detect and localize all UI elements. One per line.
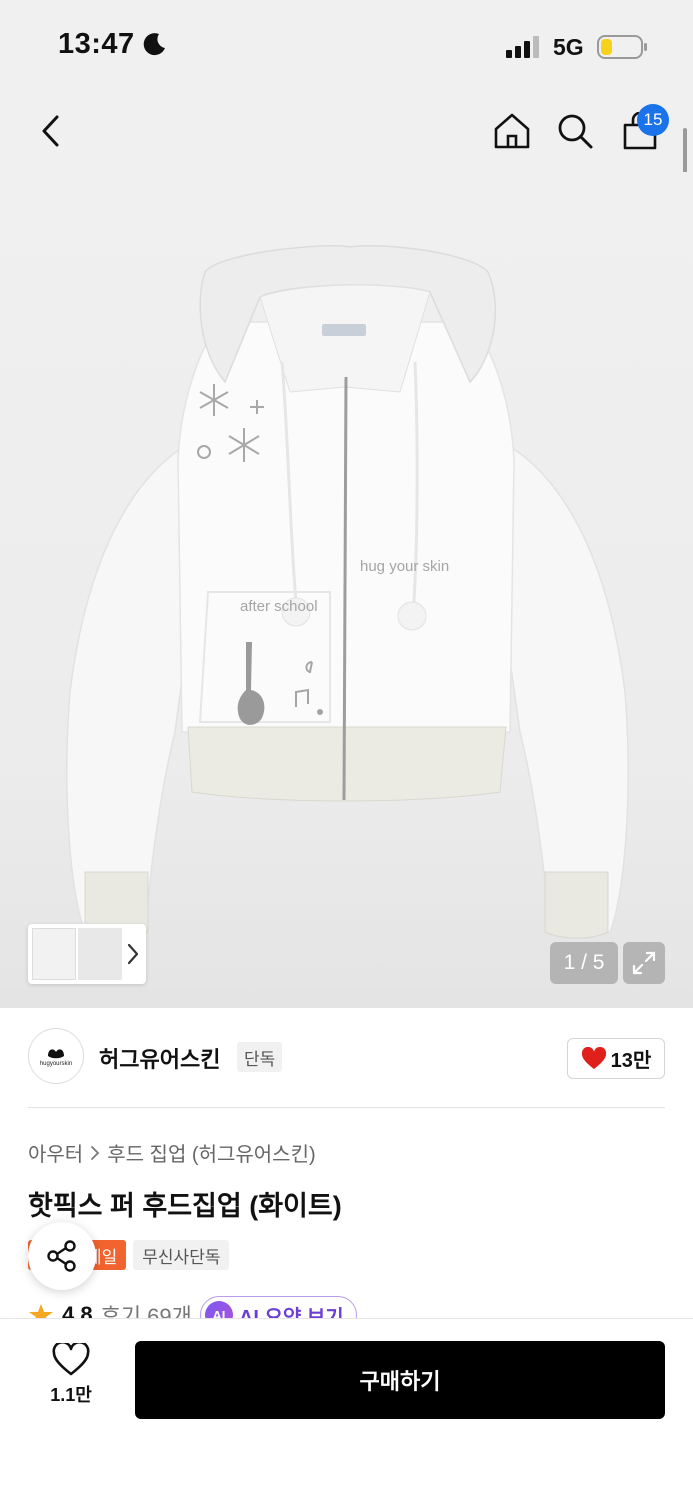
product-image-hoodie[interactable]: [0, 172, 693, 1008]
heart-outline-icon: [52, 1343, 90, 1376]
brand-logo-mark: [48, 1048, 64, 1058]
nav-bar: [0, 90, 693, 172]
share-icon: [47, 1240, 76, 1272]
brand-logo[interactable]: hugyourskin: [28, 1028, 84, 1084]
expand-image-button[interactable]: [623, 942, 665, 984]
home-icon: [494, 113, 530, 149]
heart-filled-icon: [581, 1046, 606, 1069]
buy-button[interactable]: 구매하기: [135, 1341, 665, 1419]
thumbnail-1[interactable]: [32, 928, 76, 980]
divider: [28, 1107, 665, 1108]
thumbnail-strip[interactable]: [28, 924, 146, 984]
breadcrumb: 아우터 후드 집업 (허그유어스킨): [28, 1138, 316, 1167]
home-button[interactable]: [482, 90, 542, 172]
product-gallery[interactable]: after school hug your skin 1 / 5: [0, 172, 693, 1008]
brand-like-count: 13만: [610, 1050, 652, 1072]
image-page-counter: 1 / 5: [550, 942, 618, 984]
print-hug-your-skin-text: hug your skin: [360, 558, 450, 575]
thumbnail-2[interactable]: [78, 928, 122, 980]
status-time: 13:47: [58, 28, 135, 60]
expand-icon: [632, 951, 656, 975]
exclusive-badge: 무신사단독: [133, 1240, 230, 1270]
brand-row: hugyourskin 허그유어스킨 단독 13만: [28, 1028, 665, 1088]
print-after-school-text: after school: [240, 598, 318, 615]
exclusive-tag: 단독: [237, 1042, 283, 1072]
cart-count-badge: 15: [637, 104, 669, 136]
network-label: 5G: [553, 34, 584, 60]
chevron-right-icon: [91, 1145, 100, 1160]
wishlist-button[interactable]: 1.1만: [40, 1343, 102, 1417]
breadcrumb-category[interactable]: 아우터: [28, 1138, 83, 1167]
brand-name-link[interactable]: 허그유어스킨: [99, 1042, 220, 1074]
chevron-left-icon: [42, 115, 59, 147]
brand-logo-text: hugyourskin: [39, 1060, 73, 1067]
share-button[interactable]: [28, 1222, 96, 1290]
bottom-action-bar: 1.1만 구매하기: [0, 1318, 693, 1500]
product-title: 핫픽스 퍼 후드집업 (화이트): [28, 1191, 342, 1221]
search-button[interactable]: [545, 90, 605, 172]
brand-like-button[interactable]: 13만: [567, 1038, 665, 1079]
chevron-right-icon[interactable]: [126, 942, 140, 966]
breadcrumb-subcategory[interactable]: 후드 집업 (허그유어스킨): [107, 1138, 315, 1167]
battery-icon: [597, 35, 647, 59]
search-icon: [558, 114, 593, 149]
status-bar: 13:47 5G: [0, 0, 693, 90]
signal-icon: [506, 36, 539, 58]
moon-icon: [143, 33, 165, 56]
wishlist-count: 1.1만: [50, 1385, 92, 1405]
back-button[interactable]: [20, 90, 80, 172]
